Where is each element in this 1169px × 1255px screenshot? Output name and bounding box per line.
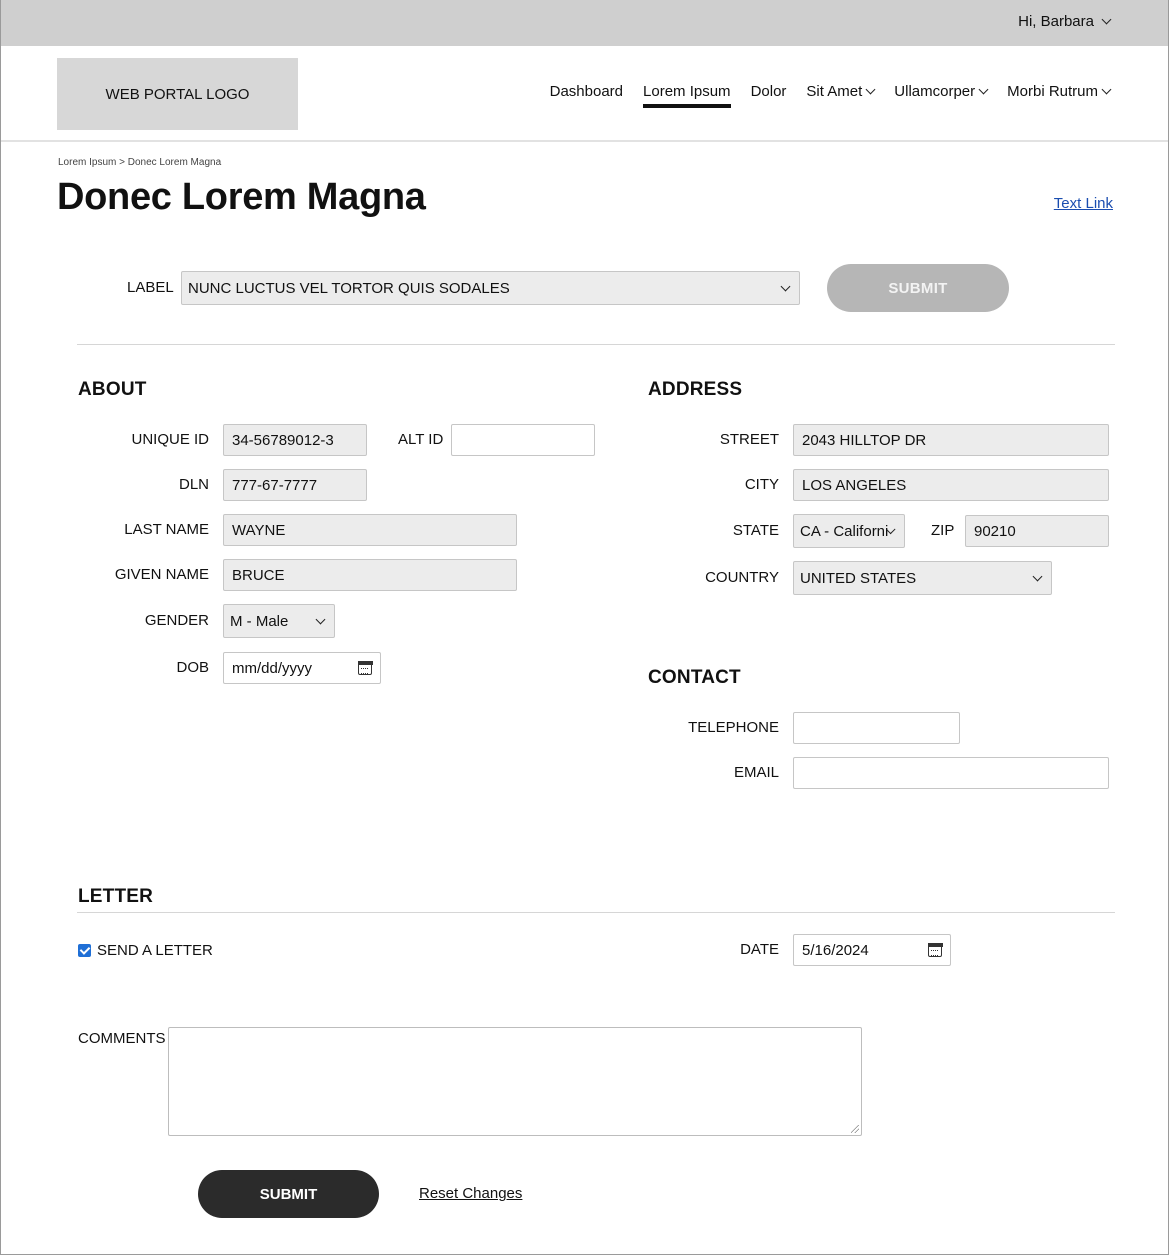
last-name-label: LAST NAME <box>124 521 209 538</box>
given-name-field[interactable]: BRUCE <box>223 559 517 591</box>
dob-placeholder: mm/dd/yyyy <box>232 659 313 677</box>
state-label: STATE <box>732 522 779 539</box>
chevron-down-icon <box>780 281 791 291</box>
nav-morbi-rutrum[interactable]: Morbi Rutrum <box>1007 83 1112 100</box>
unique-id-field[interactable]: 34-56789012-3 <box>223 424 367 456</box>
chevron-down-icon <box>315 614 326 624</box>
chevron-down-icon <box>1101 84 1112 95</box>
letter-date-field[interactable]: 5/16/2024 <box>793 934 951 966</box>
city-label: CITY <box>744 476 779 493</box>
chevron-down-icon <box>978 84 989 95</box>
nav-ullamcorper[interactable]: Ullamcorper <box>894 83 989 100</box>
alt-id-label: ALT ID <box>398 431 444 448</box>
zip-field[interactable]: 90210 <box>965 515 1109 547</box>
nav-label: Morbi Rutrum <box>1007 83 1098 100</box>
chevron-down-icon <box>1101 14 1112 25</box>
dob-label: DOB <box>176 659 209 676</box>
send-letter-label[interactable]: SEND A LETTER <box>97 942 213 959</box>
label-select-value: NUNC LUCTUS VEL TORTOR QUIS SODALES <box>188 279 510 297</box>
nav-label: Dolor <box>750 83 787 100</box>
email-label: EMAIL <box>733 764 779 781</box>
user-greeting: Hi, Barbara <box>1018 13 1094 30</box>
alt-id-field[interactable] <box>451 424 595 456</box>
last-name-field[interactable]: WAYNE <box>223 514 517 546</box>
send-letter-checkbox[interactable] <box>78 944 91 957</box>
submit-button[interactable]: SUBMIT <box>198 1170 379 1218</box>
chevron-down-icon <box>1032 571 1043 581</box>
country-select-value: UNITED STATES <box>800 569 917 587</box>
country-label: COUNTRY <box>705 569 779 586</box>
nav-label: Ullamcorper <box>894 83 976 100</box>
calendar-icon[interactable] <box>927 943 943 957</box>
user-menu[interactable]: Hi, Barbara <box>1018 13 1112 30</box>
text-link[interactable]: Text Link <box>1054 195 1113 212</box>
country-select[interactable]: UNITED STATES <box>793 561 1052 595</box>
gender-select-value: M - Male <box>230 612 289 630</box>
nav-label: Lorem Ipsum <box>643 83 731 100</box>
resize-handle-icon[interactable] <box>851 1125 859 1133</box>
main-nav: Dashboard Lorem Ipsum Dolor Sit Amet Ull… <box>550 83 1112 108</box>
telephone-label: TELEPHONE <box>688 719 779 736</box>
breadcrumb[interactable]: Lorem Ipsum > Donec Lorem Magna <box>58 157 221 168</box>
nav-label: Sit Amet <box>806 83 863 100</box>
gender-select[interactable]: M - Male <box>223 604 335 638</box>
nav-label: Dashboard <box>549 83 624 100</box>
email-field[interactable] <box>793 757 1109 789</box>
dln-label: DLN <box>178 476 209 493</box>
divider <box>77 912 1115 913</box>
divider <box>77 344 1115 345</box>
letter-date-value: 5/16/2024 <box>802 941 869 959</box>
given-name-label: GIVEN NAME <box>114 566 209 583</box>
state-select[interactable]: CA - Californi <box>793 514 905 548</box>
nav-dashboard[interactable]: Dashboard <box>550 83 623 100</box>
section-title-about: ABOUT <box>78 379 147 400</box>
zip-label: ZIP <box>931 522 955 539</box>
dln-field[interactable]: 777-67-7777 <box>223 469 367 501</box>
street-label: STREET <box>719 431 779 448</box>
site-header: WEB PORTAL LOGO Dashboard Lorem Ipsum Do… <box>1 46 1168 142</box>
nav-lorem-ipsum[interactable]: Lorem Ipsum <box>643 83 731 108</box>
street-field[interactable]: 2043 HILLTOP DR <box>793 424 1109 456</box>
user-bar: Hi, Barbara <box>1 0 1168 46</box>
portal-logo[interactable]: WEB PORTAL LOGO <box>57 58 298 130</box>
nav-dolor[interactable]: Dolor <box>751 83 787 100</box>
submit-button-disabled[interactable]: SUBMIT <box>827 264 1009 312</box>
letter-date-label: DATE <box>740 941 779 958</box>
label-select[interactable]: NUNC LUCTUS VEL TORTOR QUIS SODALES <box>181 271 800 305</box>
section-title-letter: LETTER <box>78 886 154 907</box>
gender-label: GENDER <box>144 612 209 629</box>
comments-textarea[interactable] <box>168 1027 862 1136</box>
comments-label: COMMENTS <box>78 1030 166 1047</box>
calendar-icon[interactable] <box>357 661 373 675</box>
nav-sit-amet[interactable]: Sit Amet <box>806 83 876 100</box>
section-title-contact: CONTACT <box>648 667 741 688</box>
chevron-down-icon <box>865 84 876 95</box>
dob-field[interactable]: mm/dd/yyyy <box>223 652 381 684</box>
city-field[interactable]: LOS ANGELES <box>793 469 1109 501</box>
page-title: Donec Lorem Magna <box>57 176 426 218</box>
reset-changes-link[interactable]: Reset Changes <box>419 1185 522 1202</box>
state-select-value: CA - Californi <box>800 522 889 540</box>
section-title-address: ADDRESS <box>648 379 743 400</box>
telephone-field[interactable] <box>793 712 960 744</box>
label-select-label: LABEL <box>127 279 174 296</box>
unique-id-label: UNIQUE ID <box>131 431 209 448</box>
